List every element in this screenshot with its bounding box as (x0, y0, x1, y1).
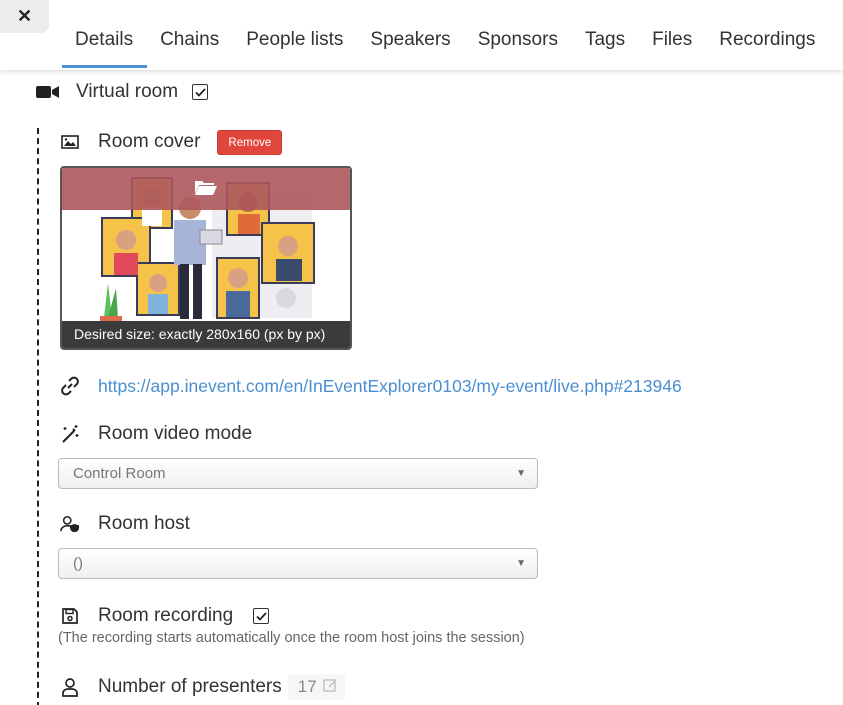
virtual-room-checkbox[interactable] (192, 84, 209, 100)
room-cover-label: Room cover (98, 131, 201, 152)
room-host-row: Room host (60, 512, 190, 536)
save-icon (60, 607, 80, 625)
video-mode-row: Room video mode (60, 422, 252, 446)
video-camera-icon (36, 84, 60, 100)
cover-size-hint: Desired size: exactly 280x160 (px by px) (62, 321, 350, 348)
room-cover-row: Room cover Remove (60, 129, 283, 155)
magic-wand-icon (60, 424, 80, 444)
remove-cover-button[interactable]: Remove (217, 129, 283, 155)
room-recording-label: Room recording (98, 605, 234, 626)
edit-icon (323, 677, 337, 697)
folder-open-icon (194, 178, 218, 201)
close-icon: ✕ (16, 6, 33, 26)
image-icon (60, 135, 80, 149)
room-host-select[interactable]: () ▼ (58, 548, 538, 579)
chevron-down-icon: ▼ (516, 558, 526, 569)
room-live-link[interactable]: https://app.inevent.com/en/InEventExplor… (98, 376, 682, 397)
link-icon (60, 376, 80, 396)
upload-overlay[interactable] (62, 168, 350, 210)
user-shield-icon (60, 514, 80, 534)
room-host-value: () (73, 555, 83, 572)
close-button[interactable]: ✕ (0, 0, 49, 33)
tab-speakers[interactable]: Speakers (357, 28, 464, 68)
room-cover-image[interactable]: Desired size: exactly 280x160 (px by px) (60, 166, 352, 350)
tab-chains[interactable]: Chains (147, 28, 233, 68)
tab-bar: Details Chains People lists Speakers Spo… (0, 0, 843, 70)
tab-recordings[interactable]: Recordings (706, 28, 829, 68)
tab-people-lists[interactable]: People lists (233, 28, 357, 68)
tab-list: Details Chains People lists Speakers Spo… (62, 28, 829, 68)
section-divider (37, 128, 39, 705)
video-mode-select[interactable]: Control Room ▼ (58, 458, 538, 489)
room-link-row: https://app.inevent.com/en/InEventExplor… (60, 374, 682, 398)
virtual-room-label: Virtual room (76, 81, 179, 102)
tab-files[interactable]: Files (639, 28, 706, 68)
chevron-down-icon: ▼ (516, 468, 526, 479)
tab-sponsors[interactable]: Sponsors (465, 28, 572, 68)
presenters-count-field[interactable]: 17 (287, 674, 345, 700)
room-recording-checkbox[interactable] (253, 608, 270, 624)
room-host-label: Room host (98, 513, 190, 534)
recording-note: (The recording starts automatically once… (58, 630, 525, 646)
tab-tags[interactable]: Tags (572, 28, 639, 68)
presenters-count: 17 (297, 677, 317, 696)
presenters-label: Number of presenters (98, 676, 282, 697)
user-icon (60, 677, 80, 697)
tab-details[interactable]: Details (62, 28, 148, 68)
presenters-row: Number of presenters 17 (60, 674, 345, 700)
video-mode-value: Control Room (73, 465, 166, 482)
room-recording-row: Room recording (60, 604, 270, 628)
video-mode-label: Room video mode (98, 423, 253, 444)
virtual-room-row: Virtual room (36, 80, 209, 104)
